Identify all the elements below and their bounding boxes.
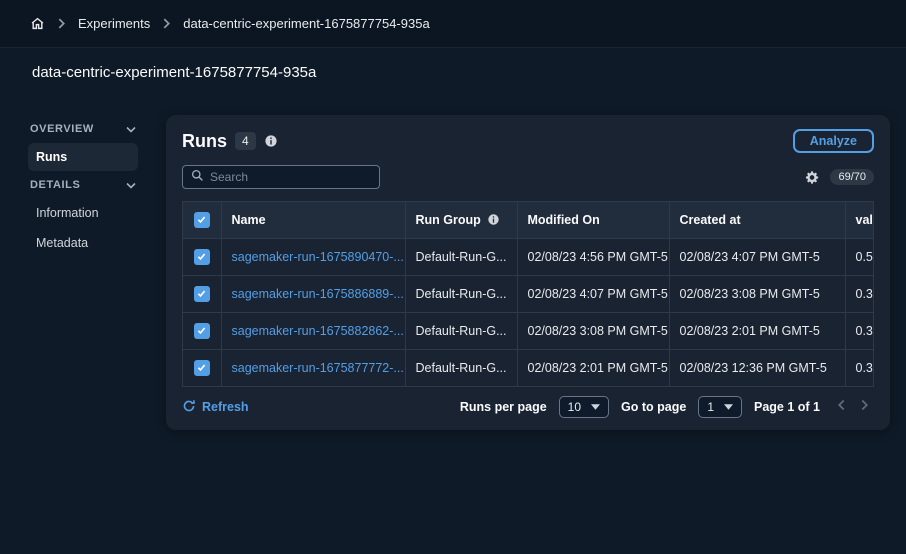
row-checkbox[interactable] [193,322,210,339]
run-group-cell: Default-Run-G... [404,275,517,313]
run-group-cell: Default-Run-G... [404,349,517,386]
table-header-row: Name Run Group Modified On Created at va… [183,202,873,239]
info-icon[interactable] [264,134,278,148]
refresh-icon [182,399,196,416]
column-header-created-at: Created at [668,202,845,239]
search-icon [191,169,204,185]
runs-panel: Runs 4 Analyze 69/70 [166,115,890,430]
modified-on-cell: 02/08/23 4:56 PM GMT-5 [516,238,669,276]
sidebar-item-metadata[interactable]: Metadata [28,229,138,257]
sidebar: OVERVIEW Runs DETAILS Information Metada… [28,117,138,259]
chevron-down-icon [126,182,136,189]
runs-title: Runs [182,130,227,151]
column-header-modified-on: Modified On [516,202,669,239]
sidebar-section-label: DETAILS [30,179,81,191]
select-all-checkbox[interactable] [193,211,210,228]
column-header-name: Name [220,202,405,239]
caret-down-icon [591,404,601,410]
resource-counter-badge: 69/70 [830,169,874,185]
table-row: sagemaker-run-1675877772-... Default-Run… [183,349,873,386]
sidebar-section-details[interactable]: DETAILS [28,173,138,197]
runs-per-page-select[interactable]: 10 [558,396,610,418]
sidebar-section-overview[interactable]: OVERVIEW [28,117,138,141]
breadcrumb-current: data-centric-experiment-1675877754-935a [183,16,430,31]
table-row: sagemaker-run-1675882862-... Default-Run… [183,312,873,350]
table-row: sagemaker-run-1675886889-... Default-Run… [183,275,873,313]
column-header-run-group: Run Group [404,202,517,239]
val-cell: 0.3 [844,349,873,386]
search-box [182,165,380,189]
page-title: data-centric-experiment-1675877754-935a [32,64,317,81]
run-name-link[interactable]: sagemaker-run-1675877772-... [232,361,404,375]
chevron-right-icon [162,18,171,29]
goto-page-select[interactable]: 1 [698,396,742,418]
created-at-cell: 02/08/23 12:36 PM GMT-5 [668,349,845,386]
created-at-cell: 02/08/23 4:07 PM GMT-5 [668,238,845,276]
created-at-cell: 02/08/23 3:08 PM GMT-5 [668,275,845,313]
val-cell: 0.3 [844,312,873,350]
info-icon[interactable] [487,213,500,226]
analyze-button[interactable]: Analyze [792,129,874,153]
refresh-label: Refresh [202,400,249,414]
page-info: Page 1 of 1 [754,400,820,414]
run-name-link[interactable]: sagemaker-run-1675890470-... [232,250,404,264]
caret-down-icon [724,404,733,410]
run-name-link[interactable]: sagemaker-run-1675882862-... [232,324,404,338]
runs-count-badge: 4 [235,132,256,150]
run-group-cell: Default-Run-G... [404,312,517,350]
modified-on-cell: 02/08/23 2:01 PM GMT-5 [516,349,669,386]
row-checkbox[interactable] [193,359,210,376]
sidebar-item-runs[interactable]: Runs [28,143,138,171]
column-header-label: Run Group [415,212,481,227]
search-input[interactable] [210,170,371,184]
modified-on-cell: 02/08/23 3:08 PM GMT-5 [516,312,669,350]
table-row: sagemaker-run-1675890470-... Default-Run… [183,238,873,276]
runs-per-page-value: 10 [567,400,582,414]
modified-on-cell: 02/08/23 4:07 PM GMT-5 [516,275,669,313]
row-checkbox[interactable] [193,248,210,265]
created-at-cell: 02/08/23 2:01 PM GMT-5 [668,312,845,350]
sidebar-item-information[interactable]: Information [28,199,138,227]
breadcrumb: Experiments data-centric-experiment-1675… [0,0,906,48]
run-name-link[interactable]: sagemaker-run-1675886889-... [232,287,404,301]
column-header-val: val [844,202,873,239]
runs-table: Name Run Group Modified On Created at va… [182,201,874,387]
goto-page-label: Go to page [621,400,687,414]
val-cell: 0.3 [844,275,873,313]
row-checkbox[interactable] [193,285,210,302]
home-icon[interactable] [30,16,45,31]
val-cell: 0.5 [844,238,873,276]
refresh-button[interactable]: Refresh [182,399,249,416]
breadcrumb-experiments[interactable]: Experiments [78,16,150,31]
chevron-down-icon [126,126,136,133]
sidebar-section-label: OVERVIEW [30,123,94,135]
next-page-button[interactable] [855,397,874,417]
previous-page-button[interactable] [832,397,851,417]
run-group-cell: Default-Run-G... [404,238,517,276]
goto-page-value: 1 [707,400,714,414]
runs-per-page-label: Runs per page [459,400,547,414]
gear-icon[interactable] [805,170,820,185]
chevron-right-icon [57,18,66,29]
